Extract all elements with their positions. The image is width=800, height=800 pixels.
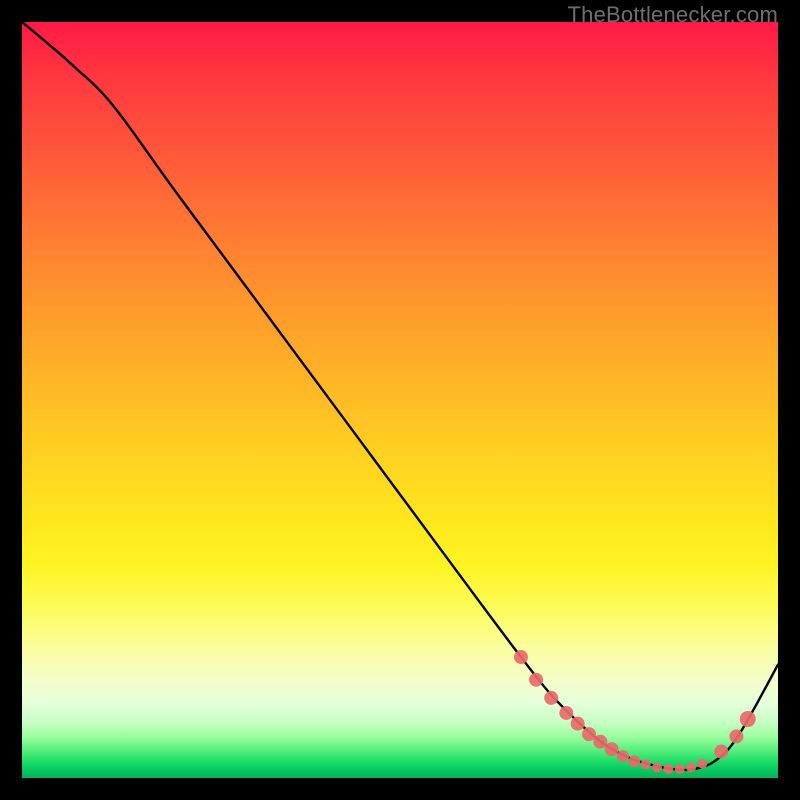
highlight-point [714, 745, 728, 759]
highlight-point [571, 717, 585, 731]
highlight-point [697, 759, 707, 769]
highlight-point [686, 762, 696, 772]
highlight-point [617, 750, 629, 762]
highlight-point [740, 711, 756, 727]
highlight-point [628, 755, 640, 767]
highlight-point [663, 764, 673, 774]
highlight-point [729, 729, 743, 743]
highlight-point [544, 691, 558, 705]
watermark-text: TheBottlenecker.com [568, 2, 778, 28]
highlight-point [641, 759, 651, 769]
curve-layer [22, 22, 778, 778]
highlight-point [514, 650, 528, 664]
highlight-point [529, 673, 543, 687]
highlight-point [675, 764, 685, 774]
plot-area [22, 22, 778, 778]
highlight-point [605, 742, 619, 756]
bottleneck-curve [22, 22, 778, 770]
chart-stage: TheBottlenecker.com [0, 0, 800, 800]
highlight-point [652, 762, 662, 772]
highlight-point [559, 706, 573, 720]
